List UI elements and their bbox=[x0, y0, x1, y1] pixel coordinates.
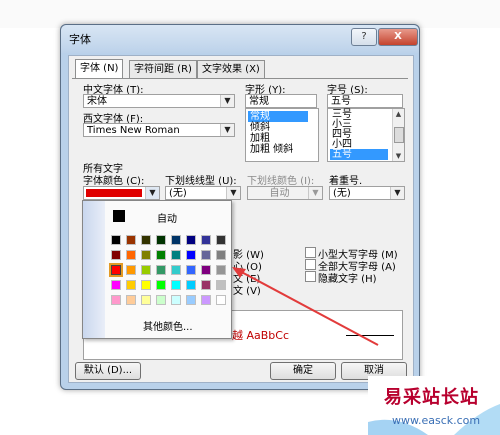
watermark-url: www.easck.com bbox=[392, 414, 481, 427]
arrow-shaft bbox=[233, 267, 379, 346]
watermark-brand: 易采站长站 bbox=[384, 387, 479, 408]
annotation-arrow bbox=[232, 267, 379, 346]
